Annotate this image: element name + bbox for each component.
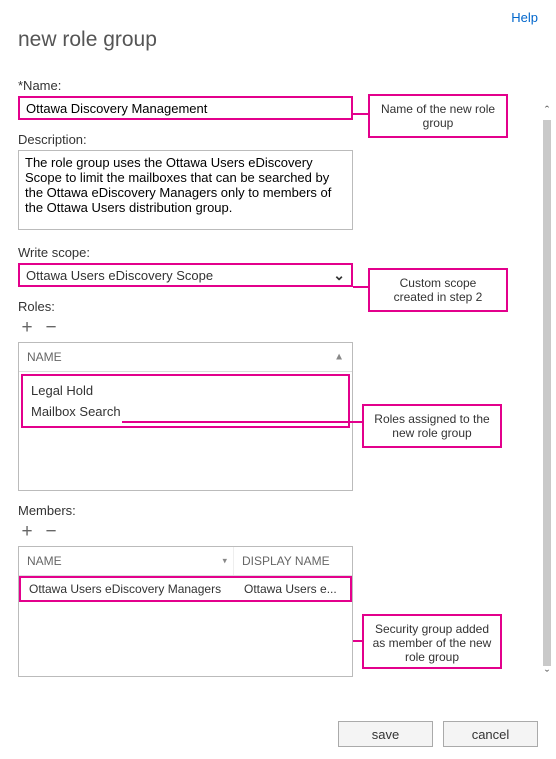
save-button[interactable]: save — [338, 721, 433, 747]
callout-scope: Custom scope created in step 2 — [368, 268, 508, 312]
write-scope-label: Write scope: — [18, 245, 538, 260]
write-scope-select[interactable]: Ottawa Users eDiscovery Scope ⌄ — [18, 263, 353, 287]
list-item[interactable]: Legal Hold — [29, 380, 342, 401]
members-header-name[interactable]: NAME ▾ — [19, 547, 234, 575]
members-header-name-text: NAME — [27, 554, 62, 568]
connector-line — [353, 113, 368, 115]
members-grid: NAME ▾ DISPLAY NAME Ottawa Users eDiscov… — [18, 546, 353, 677]
page-title: new role group — [18, 28, 538, 52]
callout-members: Security group added as member of the ne… — [362, 614, 502, 669]
roles-selected-items: Legal Hold Mailbox Search — [21, 374, 350, 428]
add-role-icon[interactable]: + — [18, 318, 36, 336]
scroll-up-icon[interactable]: ˆ — [545, 104, 549, 118]
description-field-block: Description: The role group uses the Ott… — [18, 132, 538, 233]
remove-role-icon[interactable]: − — [42, 318, 60, 336]
members-header-display-text: DISPLAY NAME — [242, 554, 330, 568]
button-bar: save cancel — [338, 721, 538, 747]
member-display-cell: Ottawa Users e... — [236, 578, 350, 600]
name-label: *Name: — [18, 78, 538, 93]
callout-name: Name of the new role group — [368, 94, 508, 138]
description-input[interactable]: The role group uses the Ottawa Users eDi… — [18, 150, 353, 230]
sort-asc-icon: ▲ — [334, 352, 344, 363]
roles-header-name-text: NAME — [27, 350, 62, 364]
connector-line — [122, 421, 362, 423]
column-dropdown-icon[interactable]: ▾ — [222, 556, 227, 567]
name-input[interactable] — [18, 96, 353, 120]
roles-grid-header: NAME ▲ — [19, 343, 352, 372]
members-empty-area — [19, 602, 352, 657]
members-grid-header: NAME ▾ DISPLAY NAME — [19, 547, 352, 576]
list-item[interactable]: Mailbox Search — [29, 401, 342, 422]
write-scope-selected: Ottawa Users eDiscovery Scope — [26, 268, 333, 283]
roles-header-name[interactable]: NAME ▲ — [19, 343, 352, 371]
connector-line — [353, 640, 362, 642]
scroll-thumb[interactable] — [543, 120, 551, 666]
table-row[interactable]: Ottawa Users eDiscovery Managers Ottawa … — [19, 576, 352, 602]
add-member-icon[interactable]: + — [18, 522, 36, 540]
roles-grid: NAME ▲ Legal Hold Mailbox Search — [18, 342, 353, 491]
member-name-cell: Ottawa Users eDiscovery Managers — [21, 578, 236, 600]
connector-line — [353, 286, 368, 288]
callout-roles: Roles assigned to the new role group — [362, 404, 502, 448]
roles-empty-area — [19, 430, 352, 490]
members-header-display[interactable]: DISPLAY NAME — [234, 547, 352, 575]
scroll-down-icon[interactable]: ˇ — [545, 668, 549, 682]
roles-grid-body: Legal Hold Mailbox Search — [19, 374, 352, 490]
members-grid-body: Ottawa Users eDiscovery Managers Ottawa … — [19, 576, 352, 676]
chevron-down-icon: ⌄ — [333, 267, 345, 284]
remove-member-icon[interactable]: − — [42, 522, 60, 540]
members-label: Members: — [18, 503, 538, 518]
help-link[interactable]: Help — [511, 10, 538, 25]
roles-block: Roles: + − NAME ▲ Legal Hold Mailbox Sea… — [18, 299, 538, 491]
scrollbar[interactable]: ˆ ˇ — [540, 104, 554, 682]
cancel-button[interactable]: cancel — [443, 721, 538, 747]
